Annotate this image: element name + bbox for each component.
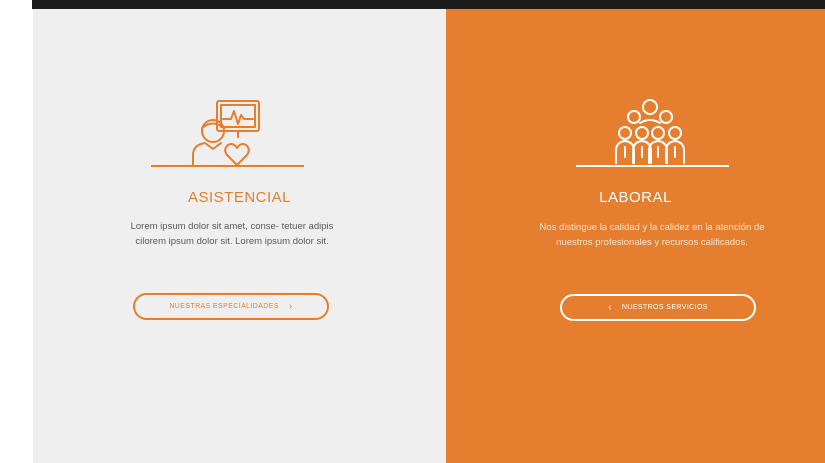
- laboral-panel: LABORAL Nos distingue la calidad y la ca…: [446, 9, 825, 463]
- card-description: Nos distingue la calidad y la calidez en…: [539, 222, 765, 248]
- button-label: NUESTRAS ESPECIALIDADES: [169, 303, 279, 310]
- doctor-heart-monitor-icon: [185, 97, 265, 169]
- icon-divider: [151, 165, 304, 167]
- team-group-icon: [612, 95, 688, 167]
- button-label: NUESTROS SERVICIOS: [621, 304, 708, 311]
- top-bar: [32, 0, 825, 9]
- servicios-button[interactable]: ‹ NUESTROS SERVICIOS: [560, 294, 756, 321]
- card-title: LABORAL: [599, 189, 672, 206]
- card-description: Lorem ipsum dolor sit amet, conse- tetue…: [130, 221, 334, 247]
- chevron-right-icon: ›: [288, 301, 293, 312]
- asistencial-panel: ASISTENCIAL Lorem ipsum dolor sit amet, …: [33, 9, 446, 463]
- chevron-left-icon: ‹: [608, 302, 612, 313]
- icon-divider: [576, 165, 729, 167]
- card-title: ASISTENCIAL: [187, 189, 292, 206]
- especialidades-button[interactable]: NUESTRAS ESPECIALIDADES ›: [133, 293, 329, 320]
